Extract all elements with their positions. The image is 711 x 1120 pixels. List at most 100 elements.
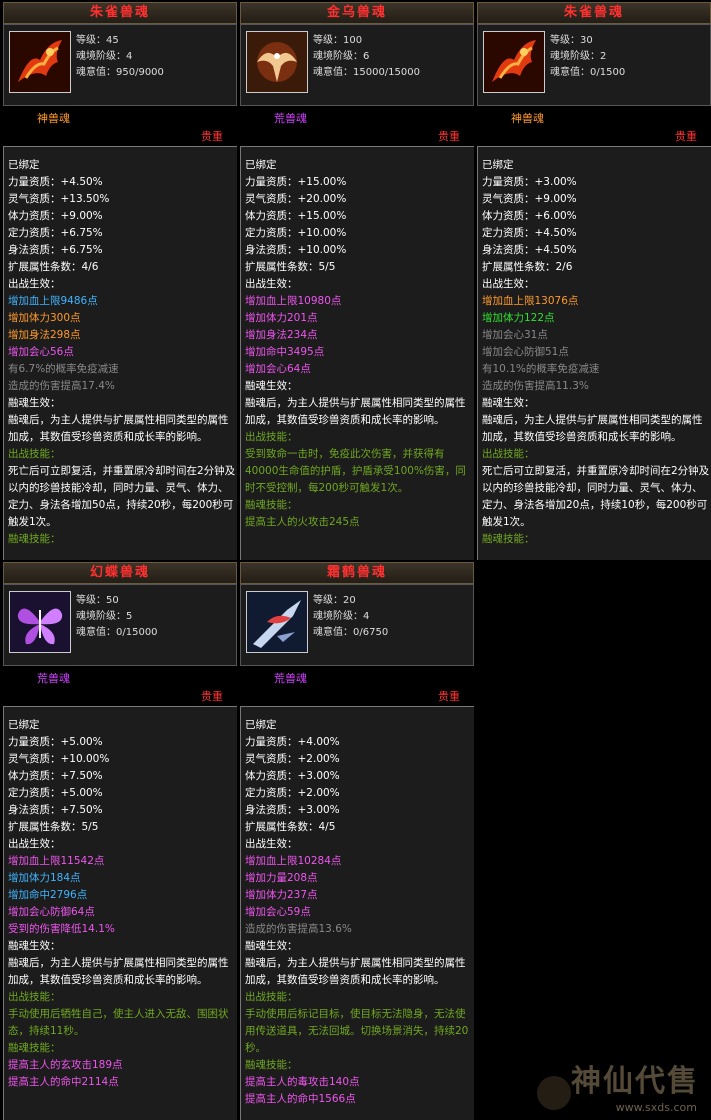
attribute-line: 增加体力122点 (482, 312, 555, 324)
card-stats: 等级：100 魂境阶级：6 魂意值：15000/15000 (313, 33, 420, 81)
attribute-line: 增加血上限9486点 (8, 295, 98, 307)
attribute-line: 增加会心防御51点 (482, 346, 569, 358)
golden-crow-icon[interactable] (246, 31, 308, 93)
attribute-line: 出战生效： (8, 838, 61, 850)
attribute-line: 定力资质：+5.00% (8, 787, 103, 799)
card-body: 已绑定 力量资质：+4.00% 灵气资质：+2.00% 体力资质：+3.00% 定力资质… (240, 706, 474, 1120)
attribute-line: 出战生效： (245, 838, 298, 850)
card-title: 金乌兽魂 (240, 2, 474, 24)
attribute-line: 体力资质：+3.00% (245, 770, 340, 782)
attribute-line: 融魂技能： (8, 533, 61, 545)
attribute-line: 有6.7%的概率免疫减速 (8, 363, 119, 375)
soul-value-text: 魂意值：950/9000 (76, 67, 164, 78)
soul-value-text: 魂意值：0/15000 (76, 627, 158, 638)
beast-soul-card-zhuque-30: 朱雀兽魂 等级：30 魂境阶级：2 魂意值：0/1500 神兽魂 贵重 已绑定力… (477, 2, 711, 560)
card-title: 朱雀兽魂 (3, 2, 237, 24)
attribute-line: 扩展属性条数：2/6 (482, 261, 573, 273)
grade-label: 贵重 (201, 690, 223, 703)
attribute-line: 力量资质：+4.00% (245, 736, 340, 748)
watermark-title: 神仙代售 (571, 1064, 699, 1099)
attribute-line: 出战技能： (482, 448, 535, 460)
attribute-line: 已绑定 (8, 719, 40, 731)
card-stats: 等级：30 魂境阶级：2 魂意值：0/1500 (550, 33, 625, 81)
attribute-line: 手动使用后牺牲自己，使主人进入无敌、围困状态，持续11秒。 (8, 1008, 229, 1037)
attribute-line: 灵气资质：+20.00% (245, 193, 347, 205)
attribute-line: 融魂技能： (482, 533, 535, 545)
level-text: 等级：45 (76, 35, 119, 46)
attribute-line: 造成的伤害提高13.6% (245, 923, 352, 935)
attribute-line: 灵气资质：+10.00% (8, 753, 110, 765)
attribute-line: 体力资质：+15.00% (245, 210, 347, 222)
attribute-line: 力量资质：+4.50% (8, 176, 103, 188)
attribute-line: 融魂生效： (8, 940, 61, 952)
attribute-line: 出战技能： (8, 448, 61, 460)
attribute-line: 造成的伤害提高17.4% (8, 380, 115, 392)
watermark-url: www.sxds.com (615, 1101, 697, 1114)
attribute-line: 身法资质：+3.00% (245, 804, 340, 816)
attribute-line: 出战技能： (8, 991, 61, 1003)
attribute-line: 身法资质：+7.50% (8, 804, 103, 816)
attribute-line: 增加体力184点 (8, 872, 81, 884)
attribute-line: 扩展属性条数：4/5 (245, 821, 336, 833)
card-header: 等级：45 魂境阶级：4 魂意值：950/9000 (3, 24, 237, 106)
attribute-line: 受到致命一击时，免疫此次伤害，并获得有40000生命值的护盾，护盾承受100%伤… (245, 448, 466, 494)
soul-value-text: 魂意值：15000/15000 (313, 67, 420, 78)
attribute-line: 扩展属性条数：5/5 (245, 261, 336, 273)
attribute-line: 提高主人的玄攻击189点 (8, 1059, 123, 1071)
attribute-line: 提高主人的毒攻击140点 (245, 1076, 360, 1088)
attribute-line: 提高主人的火攻击245点 (245, 516, 360, 528)
soul-kind-label: 荒兽魂 (37, 672, 70, 685)
soul-value-text: 魂意值：0/1500 (550, 67, 626, 78)
attribute-line: 融魂后，为主人提供与扩展属性相同类型的属性加成，其数值受珍兽资质和成长率的影响。 (245, 397, 466, 426)
card-body: 已绑定 力量资质：+4.50% 灵气资质：+13.50% 体力资质：+9.00% 定力资… (3, 146, 237, 560)
frost-crane-icon[interactable] (246, 591, 308, 653)
attribute-line: 灵气资质：+13.50% (8, 193, 110, 205)
card-header: 等级：50 魂境阶级：5 魂意值：0/15000 (3, 584, 237, 666)
attribute-line: 扩展属性条数：4/6 (8, 261, 99, 273)
attribute-line: 融魂生效： (8, 397, 61, 409)
beast-soul-card-jinwu-100: 金乌兽魂 等级：100 魂境阶级：6 魂意值：15000/15000 荒兽魂 贵… (240, 2, 474, 560)
attribute-line: 定力资质：+2.00% (245, 787, 340, 799)
attribute-line: 融魂后，为主人提供与扩展属性相同类型的属性加成，其数值受珍兽资质和成长率的影响。 (8, 414, 229, 443)
attribute-line: 融魂后，为主人提供与扩展属性相同类型的属性加成，其数值受珍兽资质和成长率的影响。 (482, 414, 703, 443)
card-body: 已绑定 力量资质：+3.00% 灵气资质：+9.00% 体力资质：+6.00% 定力资质… (477, 146, 711, 560)
attribute-line: 融魂技能： (245, 499, 298, 511)
attribute-line: 提高主人的命中2114点 (8, 1076, 119, 1088)
grade-label: 贵重 (438, 130, 460, 143)
grade-label: 贵重 (201, 130, 223, 143)
attribute-line: 身法资质：+4.50% (482, 244, 577, 256)
attribute-line: 出战生效： (8, 278, 61, 290)
attribute-line: 增加体力237点 (245, 889, 318, 901)
attribute-line: 出战技能： (245, 431, 298, 443)
attribute-line: 受到的伤害降低14.1% (8, 923, 115, 935)
attribute-line: 身法资质：+6.75% (8, 244, 103, 256)
attribute-line: 增加力量208点 (245, 872, 318, 884)
attribute-line: 已绑定 (245, 159, 277, 171)
attribute-line: 增加血上限10284点 (245, 855, 342, 867)
phoenix-red-icon[interactable] (483, 31, 545, 93)
attribute-line: 增加会心31点 (482, 329, 548, 341)
attribute-line: 增加体力201点 (245, 312, 318, 324)
level-text: 等级：50 (76, 595, 119, 606)
card-header: 等级：100 魂境阶级：6 魂意值：15000/15000 (240, 24, 474, 106)
stage-text: 魂境阶级：4 (76, 51, 133, 62)
phoenix-red-icon[interactable] (9, 31, 71, 93)
attribute-line: 增加身法298点 (8, 329, 81, 341)
attribute-line: 体力资质：+6.00% (482, 210, 577, 222)
beast-soul-card-shuanghe-20: 霜鹤兽魂 等级：20 魂境阶级：4 魂意值：0/6750 荒兽魂 贵重 已绑定力… (240, 562, 474, 1120)
attribute-line: 定力资质：+4.50% (482, 227, 577, 239)
butterfly-icon[interactable] (9, 591, 71, 653)
card-stats: 等级：45 魂境阶级：4 魂意值：950/9000 (76, 33, 164, 81)
attribute-line: 力量资质：+15.00% (245, 176, 347, 188)
attribute-line: 体力资质：+7.50% (8, 770, 103, 782)
card-stats: 等级：20 魂境阶级：4 魂意值：0/6750 (313, 593, 388, 641)
attribute-line: 有10.1%的概率免疫减速 (482, 363, 600, 375)
attribute-line: 增加体力300点 (8, 312, 81, 324)
attribute-line: 扩展属性条数：5/5 (8, 821, 99, 833)
attribute-line: 增加血上限11542点 (8, 855, 105, 867)
attribute-line: 手动使用后标记目标，使目标无法隐身，无法使用传送道具，无法回城。切换场景消失，持… (245, 1008, 469, 1054)
attribute-line: 出战生效： (245, 278, 298, 290)
card-header: 等级：30 魂境阶级：2 魂意值：0/1500 (477, 24, 711, 106)
grade-label: 贵重 (438, 690, 460, 703)
attribute-line: 融魂生效： (482, 397, 535, 409)
